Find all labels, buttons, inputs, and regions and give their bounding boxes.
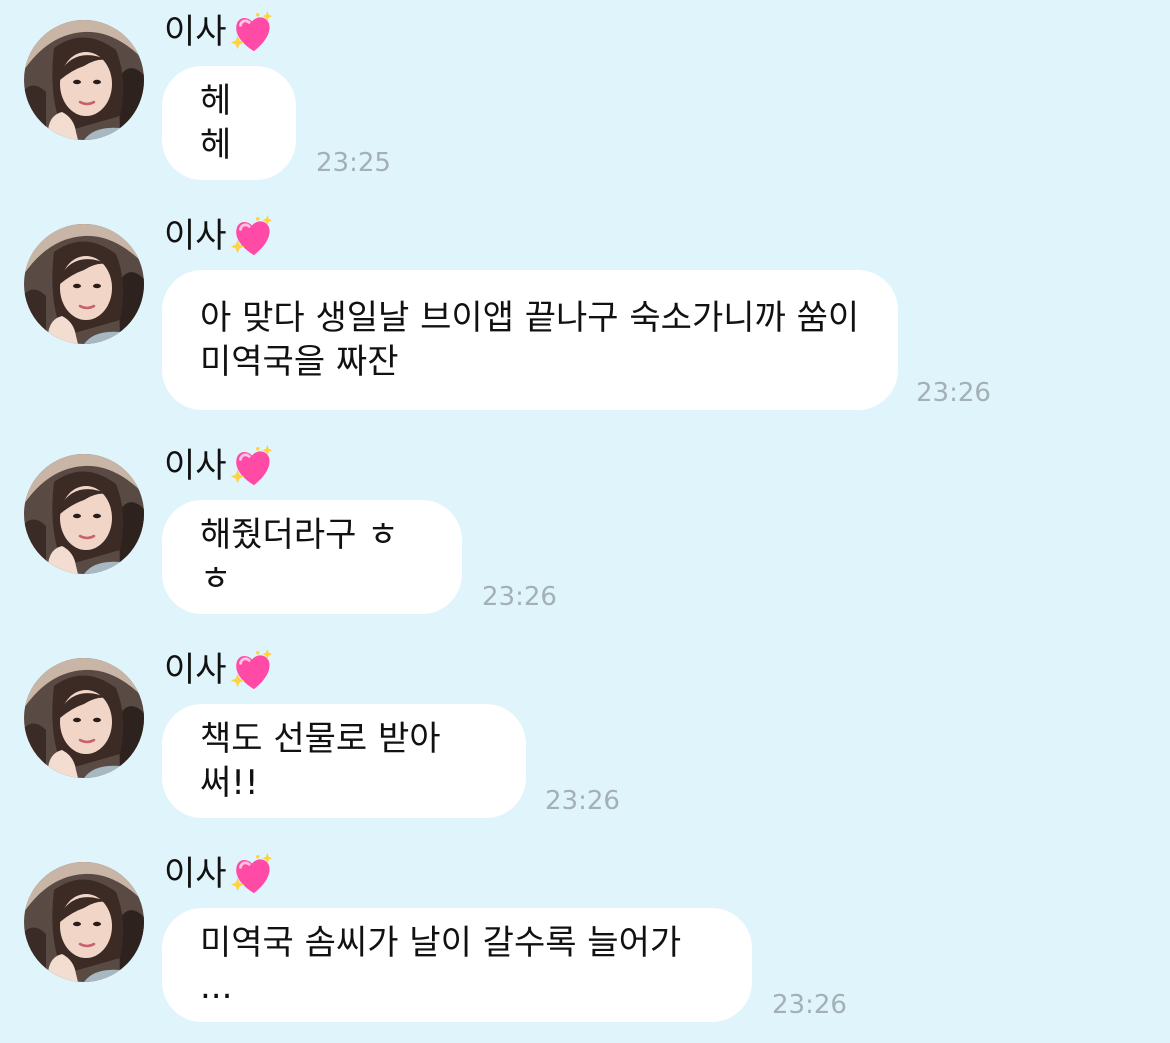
sender-name: 이사 (164, 854, 227, 894)
message-bubble[interactable]: 아 맞다 생일날 브이앱 끝나구 숙소가니까 쑴이 미역국을 짜잔 (162, 270, 898, 410)
message-time: 23:26 (545, 786, 620, 816)
avatar-photo (24, 20, 144, 140)
sparkling-heart-icon (229, 851, 275, 897)
sender-name: 이사 (164, 12, 227, 52)
message-text: 미역국 솜씨가 날이 갈수록 늘어가 ... (200, 923, 682, 1007)
sender-name: 이사 (164, 650, 227, 690)
avatar-photo (24, 224, 144, 344)
message-time: 23:26 (916, 378, 991, 408)
avatar-photo (24, 454, 144, 574)
avatar[interactable] (24, 20, 144, 140)
message-time: 23:26 (482, 582, 557, 612)
sparkling-heart-icon (229, 647, 275, 693)
sparkling-heart-icon (229, 213, 275, 259)
avatar[interactable] (24, 862, 144, 982)
chat-thread: 이사 헤헤 23:25 이사 아 맞다 생일날 브이앱 끝나구 숙소가니까 쑴이… (0, 0, 1170, 1043)
message-bubble[interactable]: 책도 선물로 받아써!! (162, 704, 526, 818)
sender-label: 이사 (164, 210, 275, 262)
avatar-photo (24, 862, 144, 982)
message-text: 아 맞다 생일날 브이앱 끝나구 숙소가니까 쑴이 미역국을 짜잔 (200, 298, 860, 382)
sender-label: 이사 (164, 440, 275, 492)
sender-name: 이사 (164, 446, 227, 486)
message-text: 책도 선물로 받아써!! (200, 719, 441, 803)
message-time: 23:25 (316, 148, 391, 178)
message-bubble[interactable]: 미역국 솜씨가 날이 갈수록 늘어가 ... (162, 908, 752, 1022)
message-bubble[interactable]: 헤헤 (162, 66, 296, 180)
sender-label: 이사 (164, 644, 275, 696)
avatar[interactable] (24, 658, 144, 778)
sender-name: 이사 (164, 216, 227, 256)
sparkling-heart-icon (229, 443, 275, 489)
avatar-photo (24, 658, 144, 778)
avatar[interactable] (24, 454, 144, 574)
message-bubble[interactable]: 해줬더라구 ㅎㅎ (162, 500, 462, 614)
sender-label: 이사 (164, 6, 275, 58)
sparkling-heart-icon (229, 9, 275, 55)
sender-label: 이사 (164, 848, 275, 900)
message-text: 해줬더라구 ㅎㅎ (200, 515, 399, 599)
message-time: 23:26 (772, 990, 847, 1020)
avatar[interactable] (24, 224, 144, 344)
message-text: 헤헤 (200, 81, 232, 165)
